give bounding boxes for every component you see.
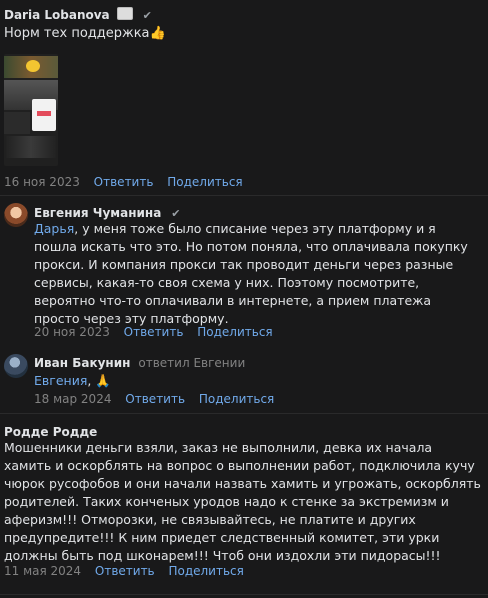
mention-link[interactable]: Евгения: [34, 373, 87, 388]
comment-author[interactable]: Иван Бакунин: [34, 356, 130, 370]
verified-icon: ✔: [171, 207, 181, 220]
share-button[interactable]: Поделиться: [199, 392, 274, 406]
divider: [0, 413, 488, 414]
comment-evgenia: Евгения Чуманина ✔ Дарья, у меня тоже бы…: [0, 200, 488, 345]
comment-date: 18 мар 2024: [34, 392, 112, 406]
reply-button[interactable]: Ответить: [125, 392, 185, 406]
sticker-icon: [116, 7, 133, 20]
divider: [0, 195, 488, 196]
attached-photo[interactable]: [4, 54, 58, 166]
divider: [0, 594, 488, 595]
comment-rodde: Родде Родде Мошенники деньги взяли, зака…: [0, 420, 488, 595]
comment-text: Мошенники деньги взяли, заказ не выполни…: [4, 440, 481, 563]
share-button[interactable]: Поделиться: [168, 564, 243, 578]
avatar[interactable]: [4, 354, 28, 378]
comment-daria: Daria Lobanova ✔ Норм тех поддержка👍 16 …: [0, 6, 488, 191]
comment-text: , у меня тоже было списание через эту пл…: [34, 221, 468, 326]
comment-author[interactable]: Daria Lobanova: [4, 8, 110, 22]
comment-date: 11 мая 2024: [4, 564, 82, 578]
replied-to-label: ответил Евгении: [138, 356, 246, 370]
reply-button[interactable]: Ответить: [124, 325, 184, 339]
share-button[interactable]: Поделиться: [167, 175, 242, 189]
comment-ivan: Иван Бакунин ответил Евгении Евгения, 🙏 …: [0, 350, 488, 410]
comment-text: , 🙏: [87, 373, 111, 388]
reply-button[interactable]: Ответить: [94, 175, 154, 189]
avatar[interactable]: [4, 203, 28, 227]
comment-date: 16 ноя 2023: [4, 175, 80, 189]
comment-author[interactable]: Евгения Чуманина: [34, 206, 161, 220]
verified-icon: ✔: [142, 9, 152, 22]
reply-button[interactable]: Ответить: [95, 564, 155, 578]
mention-link[interactable]: Дарья: [34, 221, 74, 236]
comment-text: Норм тех поддержка: [4, 26, 150, 41]
comment-author[interactable]: Родде Родде: [4, 425, 97, 439]
comment-date: 20 ноя 2023: [34, 325, 110, 339]
thumbs-up-icon: 👍: [149, 26, 166, 41]
share-button[interactable]: Поделиться: [197, 325, 272, 339]
